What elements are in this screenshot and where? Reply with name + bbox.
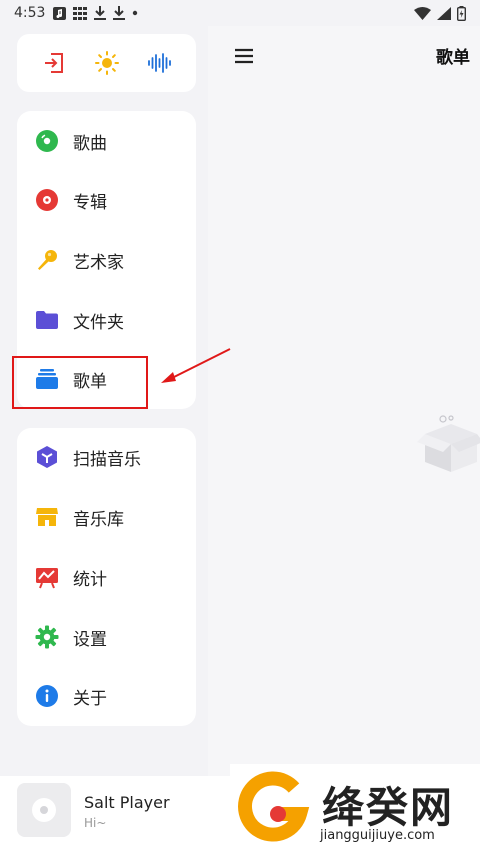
wifi-icon xyxy=(414,6,431,20)
page-title: 歌单 xyxy=(436,48,470,68)
nav-item-label: 文件夹 xyxy=(73,312,124,333)
store-icon xyxy=(35,505,59,529)
playlist-icon xyxy=(35,367,59,391)
battery-icon xyxy=(457,5,466,21)
dot-icon xyxy=(133,10,138,16)
scan-icon xyxy=(35,445,59,469)
library-nav-card: 歌曲 专辑 艺术家 文件夹 歌单 xyxy=(17,111,196,409)
grid-icon xyxy=(73,6,88,20)
sun-icon xyxy=(94,51,119,75)
nav-item-label: 歌曲 xyxy=(73,133,107,154)
nav-item-songs[interactable]: 歌曲 xyxy=(17,115,196,167)
exit-button[interactable] xyxy=(39,48,69,78)
notification-icons xyxy=(53,6,138,20)
status-bar: 4:53 xyxy=(0,0,480,26)
audio-effects-button[interactable] xyxy=(145,48,175,78)
nav-item-artists[interactable]: 艺术家 xyxy=(17,234,196,286)
navigation-drawer: 歌曲 专辑 艺术家 文件夹 歌单 扫描音乐 音乐库 统计 设置 关于 xyxy=(0,26,208,776)
music-note-icon xyxy=(53,6,67,20)
nav-item-label: 专辑 xyxy=(73,192,107,213)
signal-icon xyxy=(437,6,451,20)
stats-icon xyxy=(35,565,59,589)
song-disc-icon xyxy=(35,129,59,153)
nav-item-label: 统计 xyxy=(73,569,107,590)
nav-item-label: 艺术家 xyxy=(73,252,124,273)
nav-item-music-library[interactable]: 音乐库 xyxy=(17,491,196,543)
disc-placeholder-icon xyxy=(32,798,56,822)
nav-item-playlists[interactable]: 歌单 xyxy=(17,353,196,405)
download-icon xyxy=(94,6,107,20)
empty-box-icon xyxy=(413,410,480,480)
song-title: Salt Player xyxy=(84,793,170,812)
download-icon xyxy=(113,6,126,20)
watermark: 绛癸网 jiangguijiuye.com xyxy=(230,764,480,854)
microphone-icon xyxy=(35,248,59,272)
gear-icon xyxy=(35,625,59,649)
watermark-text: 绛癸网 xyxy=(322,783,455,832)
nav-item-statistics[interactable]: 统计 xyxy=(17,551,196,603)
status-time: 4:53 xyxy=(14,5,46,21)
album-disc-icon xyxy=(35,188,59,212)
tools-nav-card: 扫描音乐 音乐库 统计 设置 关于 xyxy=(17,428,196,726)
nav-item-folders[interactable]: 文件夹 xyxy=(17,294,196,346)
nav-item-albums[interactable]: 专辑 xyxy=(17,174,196,226)
main-area: 歌单 xyxy=(208,26,480,776)
watermark-logo-icon xyxy=(238,771,310,842)
nav-item-about[interactable]: 关于 xyxy=(17,670,196,722)
top-app-bar: 歌单 xyxy=(208,26,480,84)
folder-icon xyxy=(35,308,59,332)
exit-icon xyxy=(44,53,63,73)
nav-item-label: 设置 xyxy=(73,629,107,650)
equalizer-icon xyxy=(147,53,171,73)
nav-item-settings[interactable]: 设置 xyxy=(17,611,196,663)
system-icons xyxy=(414,5,466,21)
quick-actions-card xyxy=(17,34,196,92)
nav-item-label: 音乐库 xyxy=(73,509,124,530)
song-subtitle: Hi~ xyxy=(84,816,107,830)
nav-item-scan-music[interactable]: 扫描音乐 xyxy=(17,431,196,483)
hamburger-menu-icon[interactable] xyxy=(232,44,256,68)
nav-item-label: 歌单 xyxy=(73,371,107,392)
nav-item-label: 扫描音乐 xyxy=(73,449,141,470)
album-art[interactable] xyxy=(17,783,71,837)
info-icon xyxy=(35,684,59,708)
nav-item-label: 关于 xyxy=(73,688,107,709)
theme-button[interactable] xyxy=(92,48,122,78)
watermark-url: jiangguijiuye.com xyxy=(320,828,435,843)
